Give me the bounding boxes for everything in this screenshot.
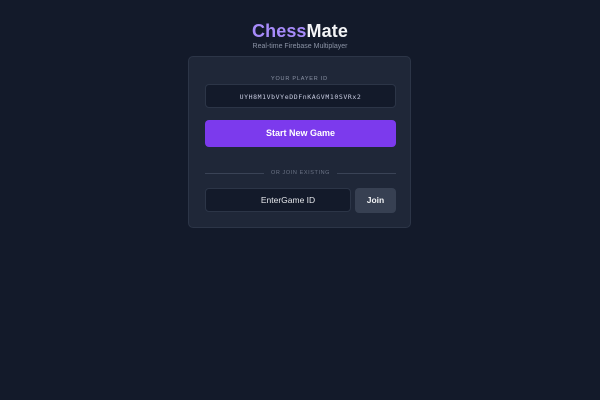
app-subtitle: Real-time Firebase Multiplayer (252, 43, 348, 50)
lobby-card: YOUR PLAYER ID UYH8M1VbVYeDDFnKAGVM10SVR… (188, 56, 411, 228)
app-title-part1: Chess (252, 21, 307, 41)
divider: OR JOIN EXISTING (205, 170, 396, 176)
brand-header: ChessMate Real-time Firebase Multiplayer (0, 20, 600, 51)
player-id-label: YOUR PLAYER ID (271, 76, 328, 82)
game-id-input[interactable]: EnterGame ID (205, 188, 351, 212)
app-title-part2: Mate (306, 21, 348, 41)
player-id-display[interactable]: UYH8M1VbVYeDDFnKAGVM10SVRx2 (205, 84, 396, 108)
app-page: ChessMate Real-time Firebase Multiplayer… (0, 0, 600, 400)
join-button[interactable]: Join (355, 188, 396, 213)
start-new-game-button[interactable]: Start New Game (205, 120, 396, 147)
app-title: ChessMate (0, 20, 600, 42)
divider-line-right (337, 173, 396, 174)
